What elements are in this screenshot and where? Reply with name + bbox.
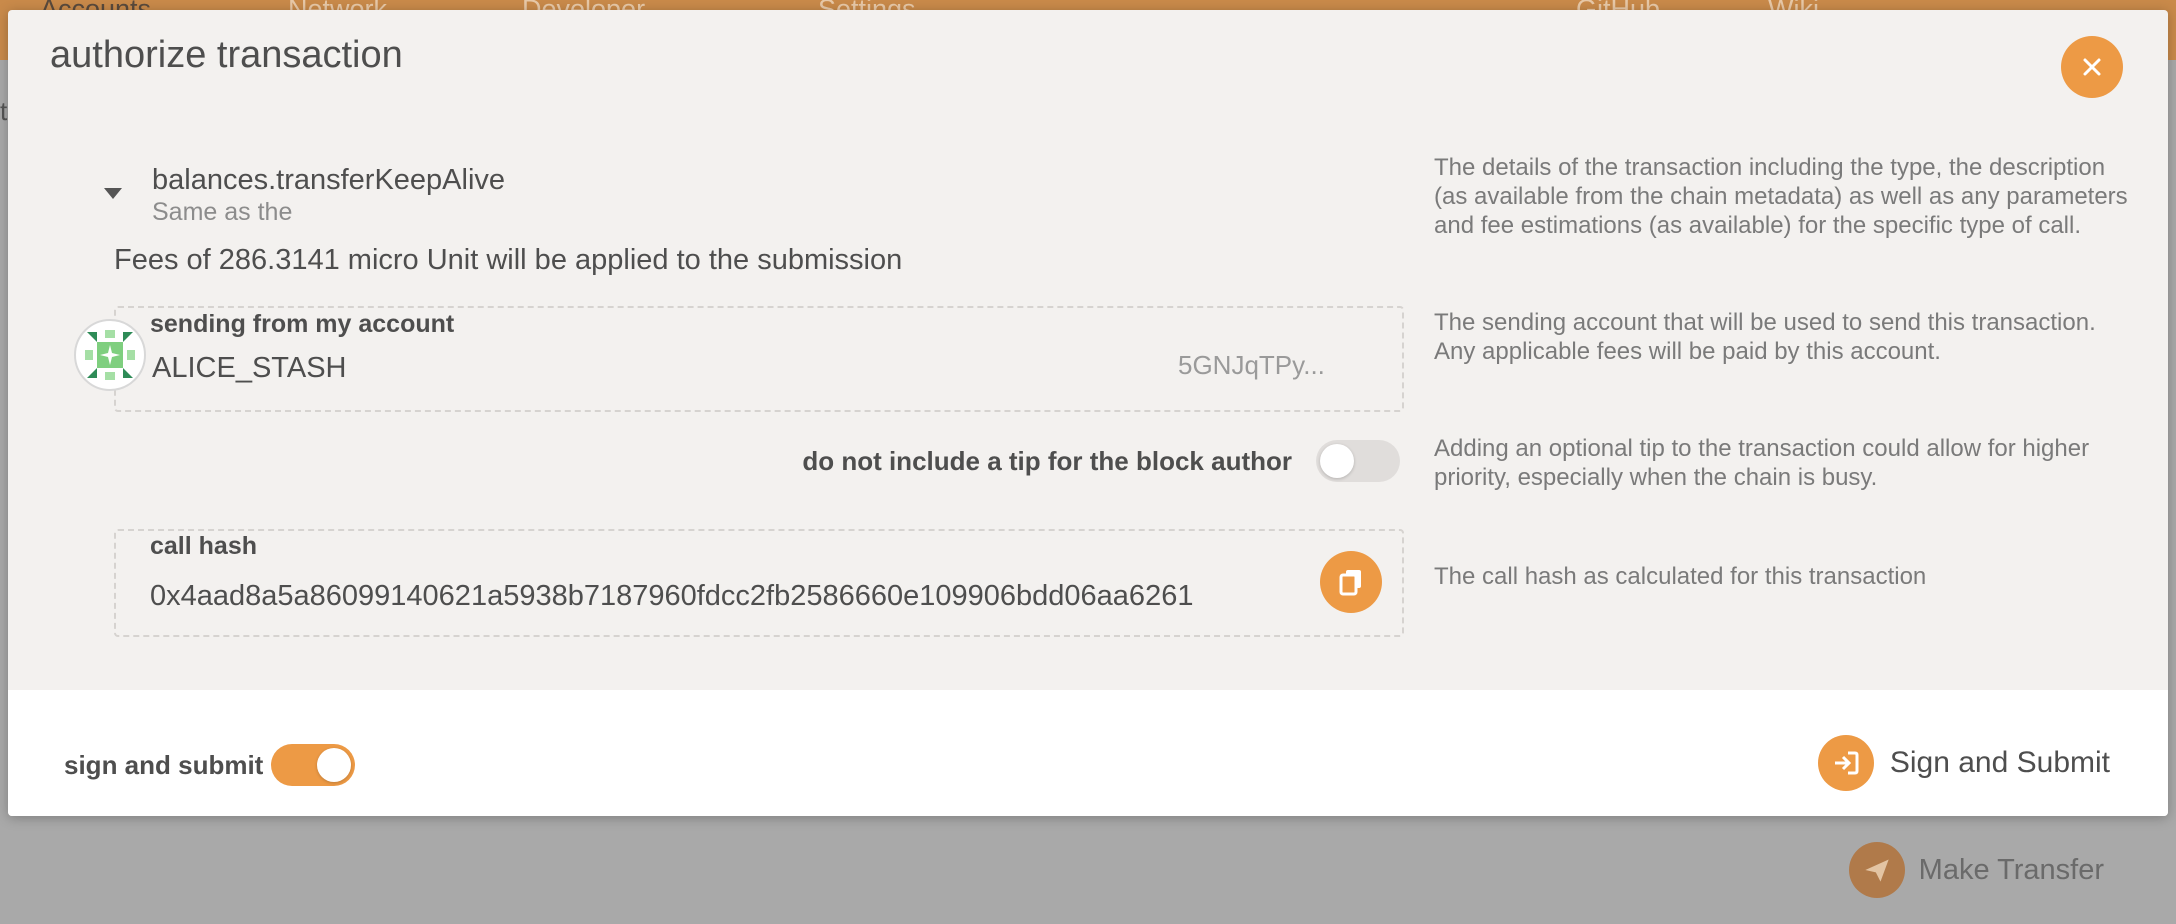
help-hash: The call hash as calculated for this tra…: [1434, 563, 1927, 590]
authorize-transaction-modal: authorize transaction balances.transferK…: [8, 10, 2168, 816]
modal-footer: sign and submit Sign and Submit: [8, 690, 2168, 816]
make-transfer-label: Make Transfer: [1918, 853, 2104, 886]
sign-submit-toggle[interactable]: [271, 744, 355, 786]
toggle-knob: [1320, 444, 1354, 478]
copy-hash-button[interactable]: [1320, 551, 1382, 613]
sign-and-submit-button[interactable]: Sign and Submit: [1817, 735, 2110, 791]
copy-icon: [1339, 570, 1361, 596]
account-address: 5GNJqTPy...: [1178, 350, 1325, 380]
close-icon: [2083, 58, 2101, 76]
call-description: Same as the: [152, 198, 293, 226]
close-button[interactable]: [2061, 36, 2123, 98]
background-text-fragment: t: [0, 96, 8, 126]
make-transfer-button: Make Transfer: [1848, 842, 2104, 898]
help-tip: Adding an optional tip to the transactio…: [1434, 435, 2090, 491]
tip-toggle-label: do not include a tip for the block autho…: [802, 446, 1292, 476]
help-details: The details of the transaction including…: [1434, 154, 2128, 239]
help-account: The sending account that will be used to…: [1434, 309, 2096, 365]
identicon-icon: [85, 330, 135, 380]
call-hash-label: call hash: [150, 532, 257, 560]
fees-text: Fees of 286.3141 micro Unit will be appl…: [114, 244, 903, 276]
call-method: balances.transferKeepAlive: [152, 164, 506, 196]
modal-title: authorize transaction: [50, 34, 403, 76]
tip-toggle[interactable]: [1316, 440, 1400, 482]
sign-submit-toggle-label: sign and submit: [64, 750, 264, 780]
account-label: sending from my account: [150, 310, 455, 338]
account-avatar: [74, 319, 146, 391]
expand-caret-icon[interactable]: [104, 188, 122, 199]
account-name[interactable]: ALICE_STASH: [152, 352, 346, 385]
sign-and-submit-label: Sign and Submit: [1889, 746, 2110, 779]
send-icon: [1848, 842, 1905, 898]
sign-in-icon: [1817, 735, 1874, 791]
toggle-knob: [317, 748, 351, 782]
call-hash-value: 0x4aad8a5a86099140621a5938b7187960fdcc2f…: [150, 580, 1194, 612]
